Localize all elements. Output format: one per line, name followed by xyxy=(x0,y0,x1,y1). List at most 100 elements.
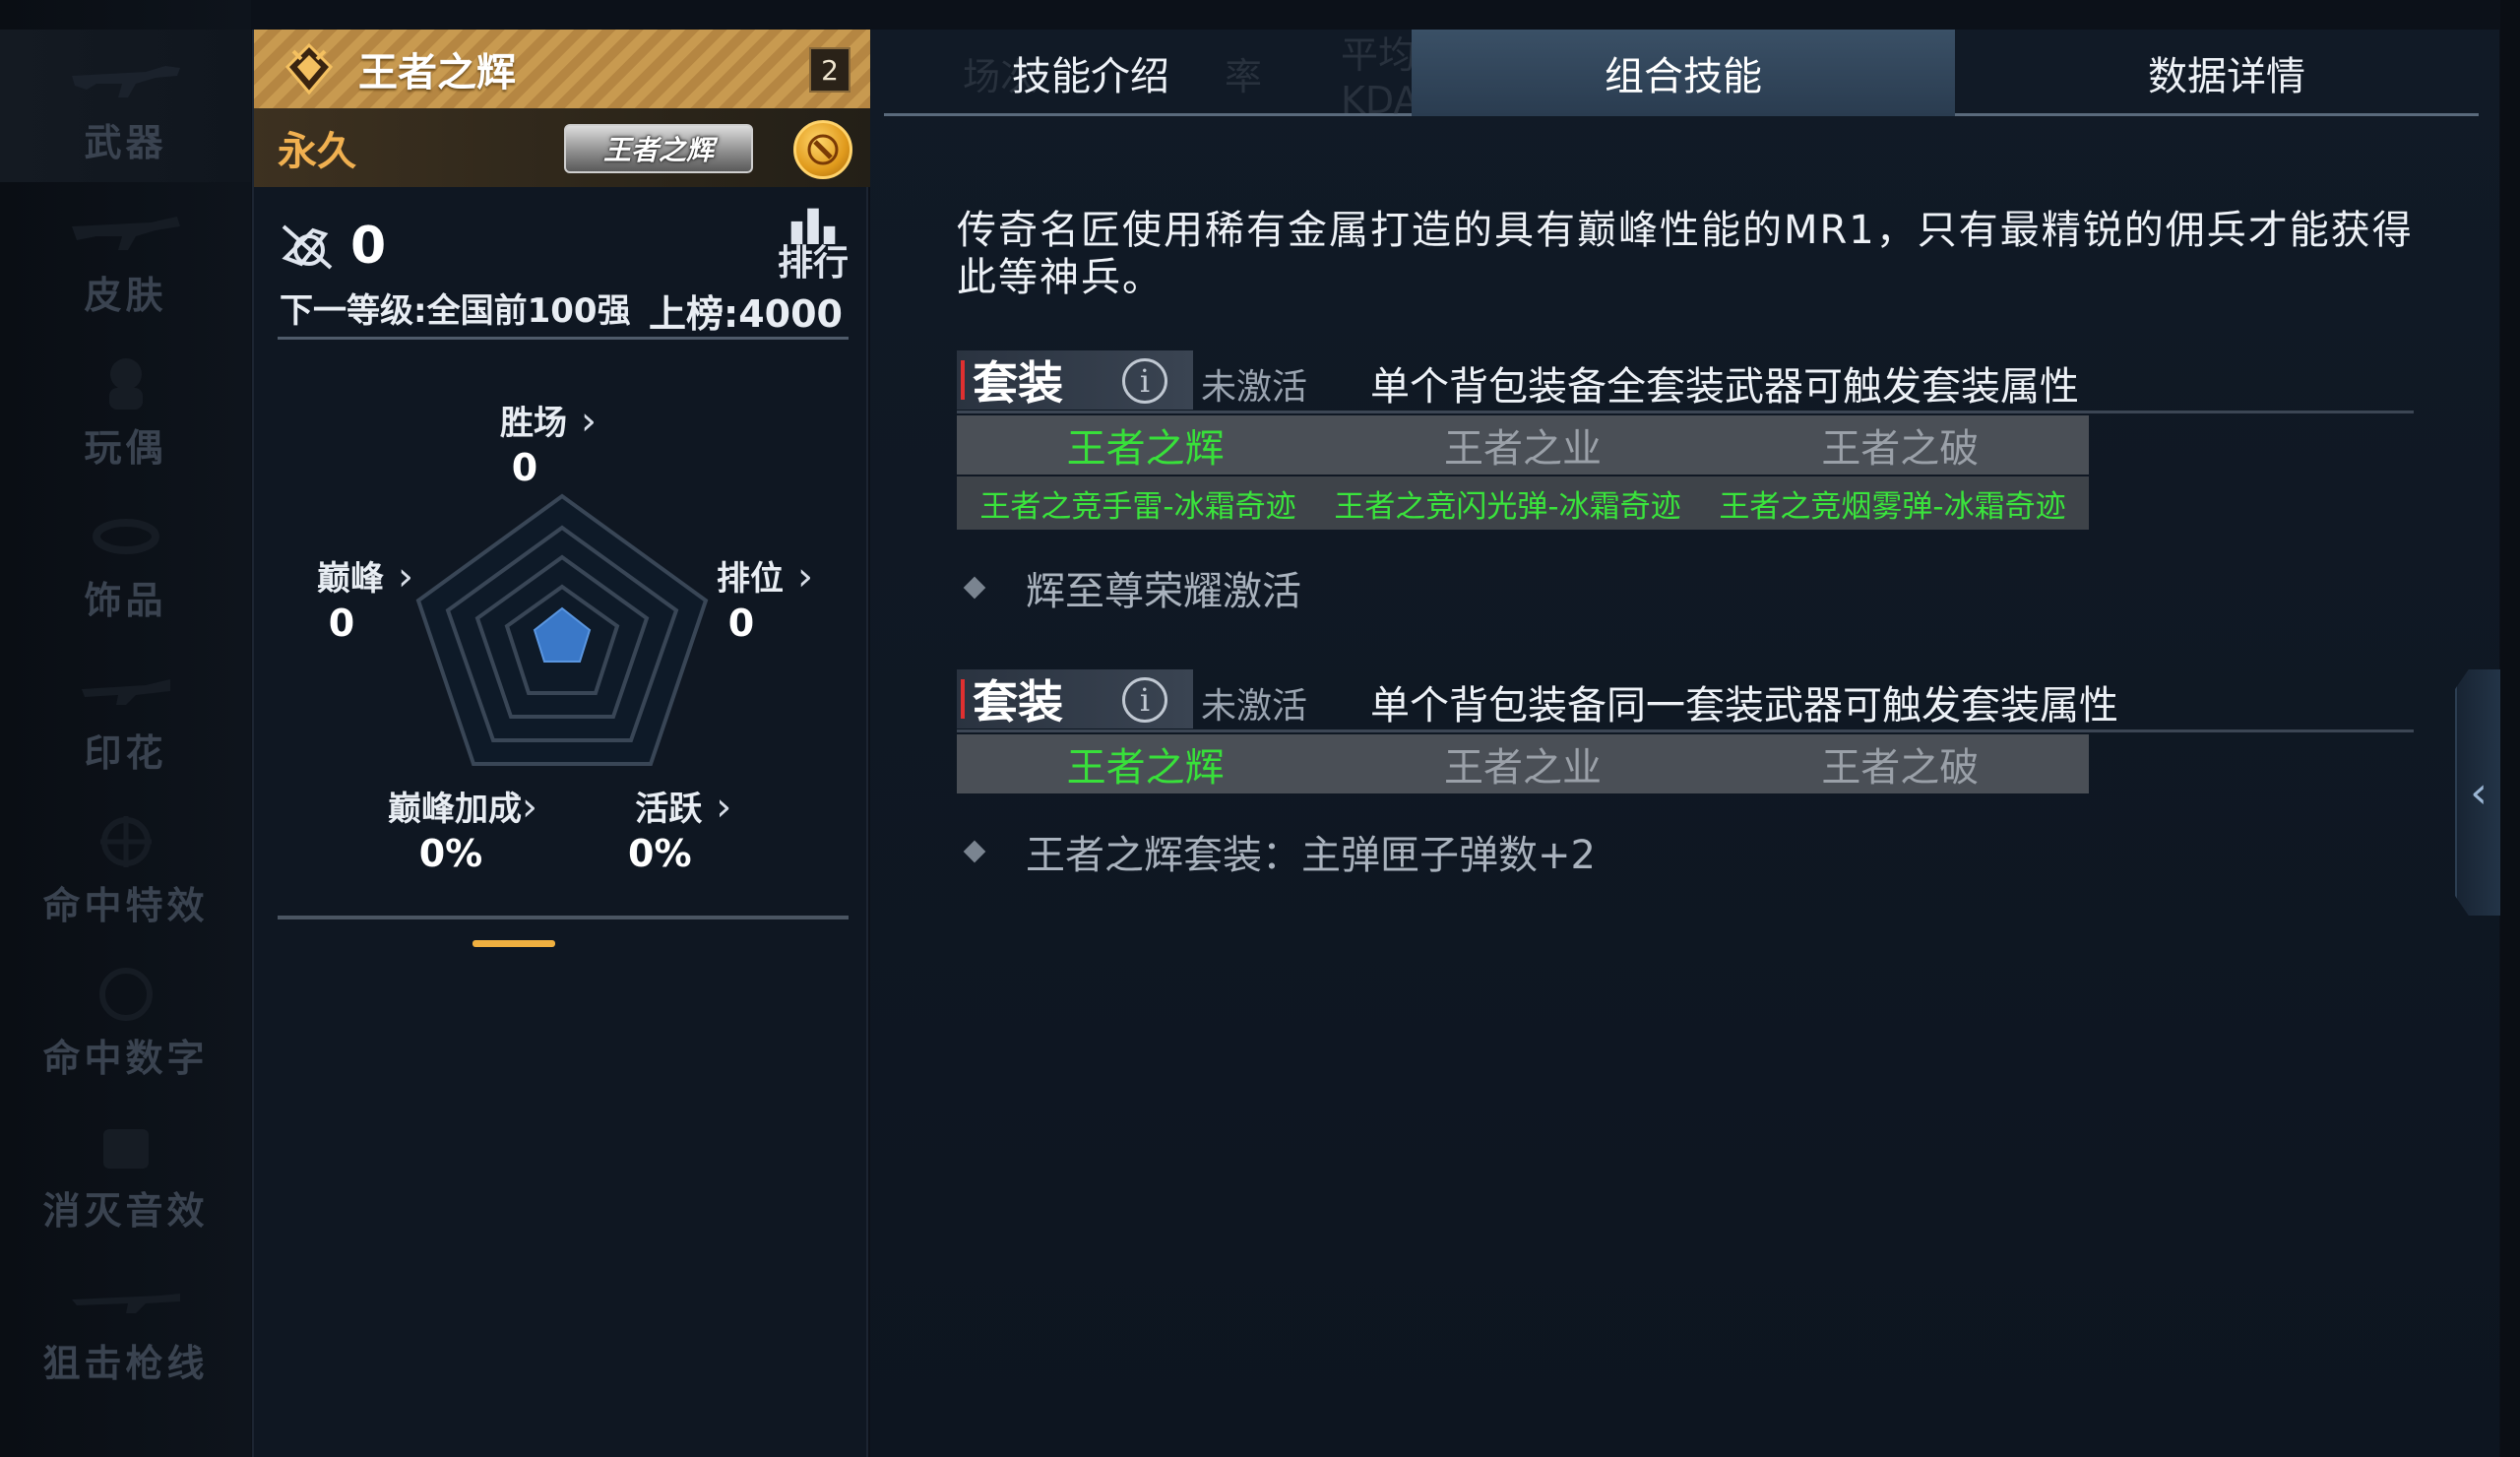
tab-label: 组合技能 xyxy=(1605,54,1762,99)
sidebar-item-skin[interactable]: 皮肤 xyxy=(0,182,251,335)
stats-radar: 胜场 › 0 巅峰 › 0 排位 › 0 巅峰加成› 0% 活跃 › 0% xyxy=(254,345,870,896)
leaderboard-label: 排行 xyxy=(777,243,849,284)
collapse-panel-button[interactable]: ‹ xyxy=(2455,669,2500,916)
detail-panel: 场次 率 技能介绍 平均KDA 组合技能 数据详情 传奇名匠使用稀有金属打造的具… xyxy=(870,30,2499,1457)
set-bonus-text: 王者之辉套装：主弹匣子弹数+2 xyxy=(1026,833,1596,878)
bullet-diamond-icon xyxy=(963,840,986,863)
next-level-text: 下一等级:全国前100强 xyxy=(280,291,631,331)
tab-skill-intro[interactable]: 场次 率 技能介绍 xyxy=(884,30,1297,116)
on-board-text: 上榜:4000 xyxy=(649,292,843,336)
ornament-icon xyxy=(67,509,185,564)
stat-ranked[interactable]: 排位 › 0 xyxy=(717,551,813,645)
stat-wins-label: 胜场 xyxy=(500,404,567,443)
set-marker xyxy=(961,360,965,400)
tab-label: 技能介绍 xyxy=(1012,54,1169,99)
crosshair-icon xyxy=(67,814,185,869)
chevron-right-icon: › xyxy=(522,785,537,830)
suit-tab[interactable]: 王者之业 xyxy=(1334,734,1711,793)
set-status: 未激活 xyxy=(1201,686,1308,727)
sidebar-item-sniper-line[interactable]: 狙击枪线 xyxy=(0,1250,251,1403)
duration-label: 永久 xyxy=(278,129,356,174)
stat-peak-value: 0 xyxy=(328,602,355,645)
leaderboard-button[interactable]: 排行 xyxy=(774,207,852,285)
sidebar-item-label: 皮肤 xyxy=(84,274,167,317)
sidebar-item-label: 武器 xyxy=(84,121,167,164)
chevron-right-icon: › xyxy=(797,554,813,600)
divider xyxy=(278,916,849,919)
tab-underlay-text: 平均KDA xyxy=(1341,32,1419,122)
sidebar-item-kill-sound[interactable]: 消灭音效 xyxy=(0,1098,251,1250)
set-bonus-text: 辉至尊荣耀激活 xyxy=(1026,569,1301,614)
suit-tab[interactable]: 王者之辉 xyxy=(957,415,1334,475)
info-icon[interactable]: i xyxy=(1122,358,1167,404)
sidebar-item-decal[interactable]: 印花 xyxy=(0,640,251,792)
sidebar-item-label: 印花 xyxy=(84,731,167,775)
category-sidebar: 武器 皮肤 玩偶 饰品 印花 命中特效 命中数字 消灭音效 狙击枪线 xyxy=(0,0,251,1457)
set-header: 套装 i 未激活 单个背包装备同一套装武器可触发套装属性 xyxy=(957,669,2414,732)
set-bonus-line: 王者之辉套装：主弹匣子弹数+2 xyxy=(963,823,2414,880)
stat-peak-bonus-label: 巅峰加成 xyxy=(388,790,522,829)
suit-tab[interactable]: 王者之破 xyxy=(1712,734,2089,793)
sidebar-item-label: 狙击枪线 xyxy=(42,1342,209,1385)
set-tag: 套装 i xyxy=(957,350,1193,410)
chevron-right-icon: › xyxy=(716,785,732,830)
set-header: 套装 i 未激活 单个背包装备全套装武器可触发套装属性 xyxy=(957,350,2414,413)
weapon-title-bar: 王者之辉 2 xyxy=(254,30,870,108)
bullet-diamond-icon xyxy=(963,576,986,600)
stat-active[interactable]: 活跃 › 0% xyxy=(628,782,739,875)
kill-count: 0 xyxy=(280,217,386,276)
stat-peak-bonus-value: 0% xyxy=(418,832,483,875)
tab-label: 数据详情 xyxy=(2148,54,2305,99)
tab-data-details[interactable]: 数据详情 xyxy=(1955,30,2498,116)
screen-edge xyxy=(2500,0,2520,1457)
chevron-right-icon: › xyxy=(398,554,413,600)
sidebar-item-label: 饰品 xyxy=(84,579,167,622)
suit-tab[interactable]: 王者之业 xyxy=(1334,415,1711,475)
kill-icon xyxy=(282,224,333,270)
radar-chart xyxy=(415,493,709,766)
stat-wins-value: 0 xyxy=(511,446,538,489)
weapon-name: 王者之辉 xyxy=(358,50,516,95)
chevron-right-icon: › xyxy=(581,399,597,444)
sidebar-item-hit-effect[interactable]: 命中特效 xyxy=(0,792,251,945)
set-tag-label: 套装 xyxy=(973,675,1063,728)
sidebar-item-label: 命中特效 xyxy=(42,884,209,927)
sidebar-item-ornament[interactable]: 饰品 xyxy=(0,487,251,640)
sidebar-item-doll[interactable]: 玩偶 xyxy=(0,335,251,487)
set-bonus-same: 套装 i 未激活 单个背包装备同一套装武器可触发套装属性 王者之辉 王者之业 王… xyxy=(957,669,2414,880)
stat-peak-label: 巅峰 xyxy=(317,559,384,599)
medal-icon[interactable] xyxy=(793,120,852,179)
rifle-skin-icon xyxy=(67,204,185,259)
stat-peak[interactable]: 巅峰 › 0 xyxy=(317,551,413,645)
set-description: 单个背包装备同一套装武器可触发套装属性 xyxy=(1370,683,2118,728)
tab-combo-skill[interactable]: 组合技能 xyxy=(1412,30,1955,116)
set-bonus-line: 辉至尊荣耀激活 xyxy=(963,559,2414,616)
sidebar-item-hit-number[interactable]: 命中数字 xyxy=(0,945,251,1098)
rifle-icon xyxy=(67,51,185,106)
sidebar-item-weapon[interactable]: 武器 xyxy=(0,30,251,182)
weapon-sub-bar: 永久 王者之辉 xyxy=(254,108,870,187)
stat-ranked-label: 排位 xyxy=(717,559,784,599)
set-description: 单个背包装备全套装武器可触发套装属性 xyxy=(1370,364,2079,410)
suit-item: 王者之竞闪光弹-冰霜奇迹 xyxy=(1334,488,1681,525)
stat-peak-bonus[interactable]: 巅峰加成› 0% xyxy=(388,782,537,875)
suit-item: 王者之竞烟雾弹-冰霜奇迹 xyxy=(1719,488,2066,525)
suit-tab[interactable]: 王者之破 xyxy=(1712,415,2089,475)
suit-item: 王者之竞手雷-冰霜奇迹 xyxy=(979,488,1296,525)
page-indicator xyxy=(472,940,555,947)
rank-badge-icon xyxy=(280,39,339,98)
set-bonus-full: 套装 i 未激活 单个背包装备全套装武器可触发套装属性 王者之辉 王者之业 王者… xyxy=(957,350,2414,616)
sidebar-item-label: 消灭音效 xyxy=(42,1189,209,1233)
divider xyxy=(278,337,849,340)
kill-count-value: 0 xyxy=(350,217,387,276)
info-icon[interactable]: i xyxy=(1122,677,1167,723)
suit-tab[interactable]: 王者之辉 xyxy=(957,734,1334,793)
set-tag-label: 套装 xyxy=(973,356,1063,410)
weapon-card: 王者之辉 2 永久 王者之辉 0 排行 下一等级:全国前100强 上榜:4000 xyxy=(252,30,870,1457)
sound-icon xyxy=(67,1119,185,1174)
sidebar-item-label: 命中数字 xyxy=(42,1037,209,1080)
suit-tabs: 王者之辉 王者之业 王者之破 xyxy=(957,734,2089,793)
set-tag: 套装 i xyxy=(957,669,1193,728)
stat-wins[interactable]: 胜场 › 0 xyxy=(500,396,597,489)
stat-ranked-value: 0 xyxy=(727,602,755,645)
